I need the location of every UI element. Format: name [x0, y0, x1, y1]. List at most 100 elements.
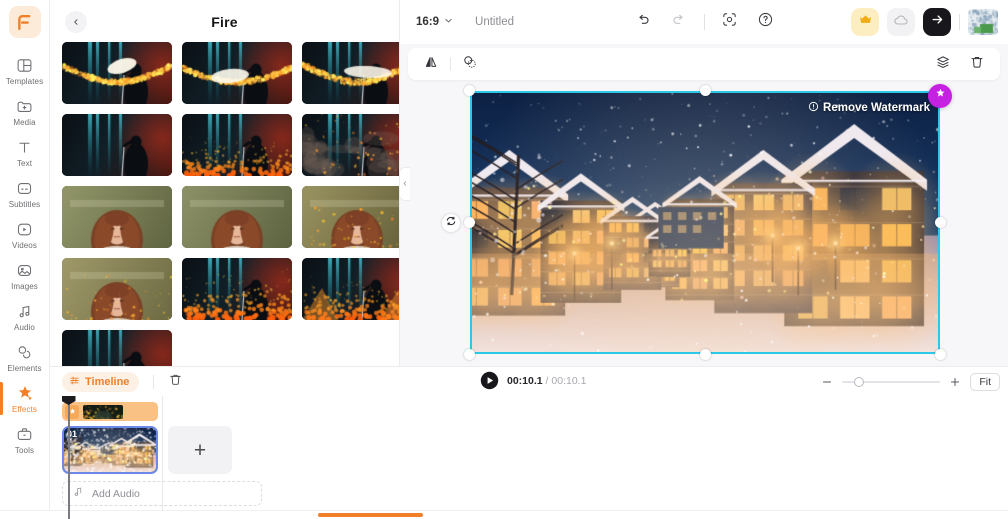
export-button[interactable]	[923, 8, 951, 36]
sidebar-item-templates[interactable]: Templates	[0, 50, 50, 91]
sidebar-item-label: Subtitles	[8, 200, 41, 209]
zoom-in-button[interactable]	[949, 376, 961, 388]
sidebar-item-text[interactable]: Text	[0, 132, 50, 173]
add-clip-button[interactable]: +	[168, 426, 232, 474]
sidebar-item-elements[interactable]: Elements	[0, 337, 50, 378]
panel-back-button[interactable]	[65, 11, 87, 33]
resize-handle-top-center[interactable]	[699, 85, 711, 96]
top-toolbar: 16:9 Untitled	[400, 0, 1008, 44]
effect-thumbnail-preview	[302, 42, 399, 104]
remove-watermark-button[interactable]: Remove Watermark	[808, 101, 930, 115]
sidebar-item-videos[interactable]: Videos	[0, 214, 50, 255]
sidebar-item-media[interactable]: Media	[0, 91, 50, 132]
help-button[interactable]	[755, 11, 777, 33]
sidebar-item-label: Text	[16, 159, 33, 168]
remove-watermark-label: Remove Watermark	[823, 102, 930, 114]
timeline-tracks: 01 + Add Audio	[50, 396, 1008, 519]
zoom-slider[interactable]	[842, 377, 941, 387]
cloud-save-icon	[893, 12, 909, 33]
effect-thumbnail[interactable]	[182, 186, 292, 248]
undo-button[interactable]	[632, 11, 654, 33]
effect-thumbnail[interactable]	[62, 186, 172, 248]
sidebar-item-label: Images	[11, 282, 38, 291]
chevron-left-icon	[402, 175, 408, 193]
redo-button[interactable]	[668, 11, 690, 33]
video-preview[interactable]: Remove Watermark	[470, 91, 940, 354]
fit-button[interactable]: Fit	[970, 373, 1000, 391]
effect-thumbnail[interactable]	[62, 330, 172, 366]
resize-handle-bottom-right[interactable]	[935, 349, 946, 360]
resize-handle-top-left[interactable]	[464, 85, 475, 96]
timeline-zoom-controls: Fit	[821, 373, 1000, 391]
sidebar-item-audio[interactable]: Audio	[0, 296, 50, 337]
effect-thumbnail[interactable]	[62, 114, 172, 176]
upgrade-premium-button[interactable]	[851, 8, 879, 36]
zoom-out-button[interactable]	[821, 376, 833, 388]
cloud-save-button[interactable]	[887, 8, 915, 36]
resize-handle-bottom-center[interactable]	[699, 349, 711, 360]
panel-title: Fire	[211, 14, 238, 30]
top-toolbar-right-group	[851, 8, 998, 36]
sidebar-item-label: Tools	[14, 446, 35, 455]
trash-icon	[168, 372, 183, 392]
sidebar-item-label: Videos	[12, 241, 37, 250]
timeline-delete-button[interactable]	[168, 372, 183, 392]
effect-thumbnail[interactable]	[302, 258, 399, 320]
effect-thumbnail[interactable]	[302, 42, 399, 104]
effect-thumbnail-preview	[62, 42, 172, 104]
effect-thumbnail-preview	[62, 330, 172, 366]
video-clip[interactable]: 01	[62, 426, 158, 474]
tools-briefcase-icon	[15, 424, 35, 444]
project-title-input[interactable]: Untitled	[475, 16, 514, 28]
sidebar-item-effects[interactable]: Effects	[0, 378, 50, 419]
effect-thumbnail[interactable]	[182, 114, 292, 176]
flip-button[interactable]	[420, 53, 442, 75]
effect-thumbnail[interactable]	[302, 186, 399, 248]
effect-thumbnail[interactable]	[182, 42, 292, 104]
effect-thumbnail-preview	[182, 114, 292, 176]
toolbar-divider	[959, 14, 960, 30]
layers-button[interactable]	[932, 53, 954, 75]
toolbar-divider	[450, 57, 451, 71]
add-audio-button[interactable]: Add Audio	[62, 481, 262, 506]
effect-thumbnail-preview	[302, 114, 399, 176]
music-note-icon	[72, 486, 84, 501]
panel-collapse-handle[interactable]	[399, 167, 410, 201]
effect-thumbnail[interactable]	[302, 114, 399, 176]
effects-panel: Fire	[50, 0, 400, 366]
video-preview-selection[interactable]: Remove Watermark	[442, 84, 952, 360]
zoom-slider-knob[interactable]	[854, 377, 865, 387]
help-circle-icon	[757, 11, 774, 33]
user-avatar[interactable]	[968, 9, 998, 35]
timeline-toolbar: Timeline 00:10.1 / 00:10.1 Fit	[50, 367, 1008, 396]
play-button[interactable]	[480, 371, 499, 390]
delete-button[interactable]	[966, 53, 988, 75]
horizontal-scrollbar[interactable]	[0, 510, 1008, 519]
effect-thumbnail[interactable]	[182, 258, 292, 320]
sidebar-item-tools[interactable]: Tools	[0, 419, 50, 460]
sidebar-item-subtitles[interactable]: Subtitles	[0, 173, 50, 214]
effect-thumbnail[interactable]	[62, 258, 172, 320]
ai-magic-button[interactable]	[928, 84, 952, 108]
media-folder-plus-icon	[15, 96, 35, 116]
screen-record-button[interactable]	[719, 11, 741, 33]
sidebar-item-label: Elements	[7, 364, 42, 373]
timeline-mode-button[interactable]: Timeline	[62, 371, 140, 392]
sidebar-item-images[interactable]: Images	[0, 255, 50, 296]
rotate-handle[interactable]	[442, 213, 460, 232]
timeline-panel: Timeline 00:10.1 / 00:10.1 Fit 01 + Add …	[50, 366, 1008, 519]
subtitles-icon	[15, 178, 35, 198]
effects-track-clip[interactable]	[62, 402, 158, 421]
effect-thumbnail[interactable]	[62, 42, 172, 104]
brand-logo-icon[interactable]	[8, 6, 41, 38]
aspect-ratio-selector[interactable]: 16:9	[416, 16, 453, 28]
left-sidebar: Templates Media Text Subtitles Videos Im…	[0, 0, 50, 519]
resize-handle-bottom-left[interactable]	[464, 349, 475, 360]
resize-handle-middle-left[interactable]	[464, 217, 475, 228]
selection-context-toolbar	[408, 48, 1000, 80]
resize-handle-middle-right[interactable]	[935, 217, 946, 228]
mask-button[interactable]	[459, 53, 481, 75]
horizontal-scrollbar-thumb[interactable]	[318, 513, 423, 517]
magic-wand-icon	[934, 87, 947, 105]
effect-badge-icon	[65, 404, 79, 419]
